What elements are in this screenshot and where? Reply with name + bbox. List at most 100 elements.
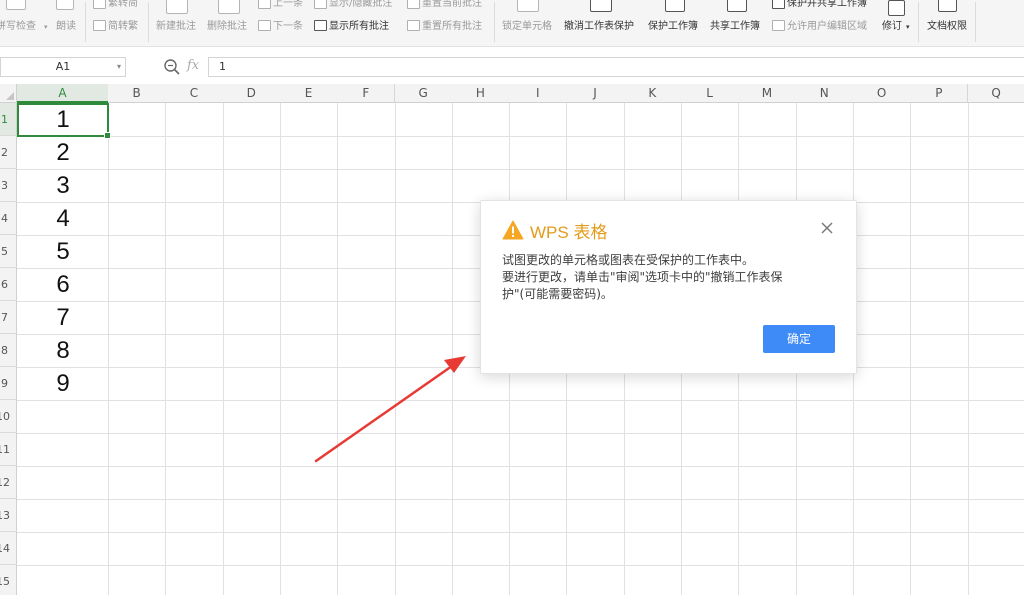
row-header[interactable]: 14 (0, 532, 17, 565)
ribbon-separator (494, 2, 495, 42)
grid-column-line (108, 103, 109, 595)
column-header[interactable]: G (394, 84, 453, 103)
trad-to-simp-button[interactable]: 繁转简 (108, 0, 138, 10)
row-header[interactable]: 12 (0, 466, 17, 499)
ok-button[interactable]: 确定 (763, 325, 835, 353)
track-changes-icon (888, 0, 905, 16)
column-header[interactable]: M (738, 84, 797, 103)
prev-comment-button[interactable]: 上一条 (273, 0, 303, 10)
formula-input[interactable]: 1 (208, 57, 1024, 77)
reset-all-comments-button[interactable]: 重置所有批注 (422, 21, 482, 33)
column-header[interactable]: J (566, 84, 625, 103)
column-header[interactable]: E (279, 84, 339, 103)
column-header[interactable]: I (509, 84, 568, 103)
close-icon[interactable] (819, 220, 835, 236)
zoom-icon[interactable] (163, 58, 181, 76)
show-hide-comment-button[interactable]: 显示/隐藏批注 (329, 0, 392, 10)
name-box-dropdown-icon[interactable]: ▾ (117, 58, 121, 76)
ribbon-separator (975, 2, 976, 42)
lock-cell-button[interactable]: 锁定单元格 (502, 21, 552, 33)
next-comment-button[interactable]: 下一条 (273, 21, 303, 33)
cell-A9[interactable]: 9 (18, 367, 108, 400)
row-header[interactable]: 3 (0, 169, 17, 202)
ribbon-separator (85, 2, 86, 42)
show-hide-comment-icon (314, 0, 327, 9)
grid-row-line (17, 400, 1024, 401)
row-header[interactable]: 7 (0, 301, 17, 334)
cell-A5[interactable]: 5 (18, 235, 108, 268)
grid-column-line (910, 103, 912, 595)
column-header[interactable]: L (681, 84, 740, 103)
share-workbook-icon (727, 0, 747, 12)
protect-workbook-button[interactable]: 保护工作簿 (648, 21, 698, 33)
row-header[interactable]: 5 (0, 235, 17, 268)
prev-comment-icon (258, 0, 271, 9)
name-box[interactable]: A1 ▾ (0, 57, 126, 77)
row-header[interactable]: 13 (0, 499, 17, 532)
spell-check-button[interactable]: 拼写检查 (0, 21, 36, 33)
track-changes-dropdown-icon[interactable]: ▾ (906, 21, 910, 33)
row-header[interactable]: 2 (0, 136, 17, 169)
cell-A8[interactable]: 8 (18, 334, 108, 367)
allow-edit-ranges-icon (772, 20, 785, 31)
row-header[interactable]: 8 (0, 334, 17, 367)
reset-current-comment-icon (407, 0, 420, 9)
cell-A7[interactable]: 7 (18, 301, 108, 334)
grid-column-line (394, 103, 396, 595)
formula-bar: A1 ▾ fx 1 (0, 54, 1024, 80)
lock-cell-icon (517, 0, 539, 12)
cell-A4[interactable]: 4 (18, 202, 108, 235)
cell-A6[interactable]: 6 (18, 268, 108, 301)
protect-share-workbook-button[interactable]: 保护并共享工作簿 (787, 0, 867, 10)
read-aloud-button[interactable]: 朗读 (56, 21, 76, 33)
grid-row-line (17, 499, 1024, 500)
share-workbook-button[interactable]: 共享工作簿 (710, 21, 760, 33)
grid-column-line (279, 103, 281, 595)
doc-permissions-button[interactable]: 文档权限 (927, 21, 967, 33)
row-header[interactable]: 1 (0, 103, 17, 136)
row-header[interactable]: 9 (0, 367, 17, 400)
column-header[interactable]: P (910, 84, 969, 103)
select-all-corner[interactable] (0, 84, 17, 103)
column-header[interactable]: A (17, 84, 109, 103)
ribbon-separator (148, 2, 149, 42)
delete-comment-icon (218, 0, 240, 14)
column-header[interactable]: N (795, 84, 854, 103)
row-header[interactable]: 6 (0, 268, 17, 301)
grid-row-line (17, 532, 1024, 533)
show-all-comments-button[interactable]: 显示所有批注 (329, 21, 389, 33)
spell-check-dropdown-icon[interactable]: ▾ (44, 21, 48, 33)
dialog-message-line: 护"(可能需要密码)。 (502, 287, 613, 301)
simp-to-trad-button[interactable]: 简转繁 (108, 21, 138, 33)
new-comment-icon (166, 0, 188, 14)
row-header[interactable]: 10 (0, 400, 17, 433)
unprotect-sheet-button[interactable]: 撤消工作表保护 (564, 21, 634, 33)
column-header[interactable]: D (222, 84, 281, 103)
fx-icon[interactable]: fx (187, 58, 199, 73)
column-header[interactable]: Q (967, 84, 1024, 103)
column-header[interactable]: O (852, 84, 912, 103)
allow-edit-ranges-button[interactable]: 允许用户编辑区域 (787, 21, 867, 33)
cell-A3[interactable]: 3 (18, 169, 108, 202)
reset-current-comment-button[interactable]: 重置当前批注 (422, 0, 482, 10)
row-header[interactable]: 4 (0, 202, 17, 235)
new-comment-button[interactable]: 新建批注 (156, 21, 196, 33)
column-header[interactable]: B (108, 84, 167, 103)
ribbon-separator (918, 2, 919, 42)
grid-row-line (17, 169, 1024, 170)
show-all-comments-icon (314, 20, 327, 31)
track-changes-button[interactable]: 修订 (882, 21, 902, 33)
review-ribbon: 拼写检查 ▾ 朗读 繁转简 简转繁 新建批注 删除批注 上一条 下一条 显示/隐… (0, 0, 1024, 47)
grid-row-line (17, 565, 1024, 566)
column-header[interactable]: F (337, 84, 396, 103)
delete-comment-button[interactable]: 删除批注 (207, 21, 247, 33)
row-header[interactable]: 11 (0, 433, 17, 466)
column-header[interactable]: K (623, 84, 682, 103)
column-header[interactable]: H (451, 84, 511, 103)
grid-column-line (165, 103, 167, 595)
row-header[interactable]: 15 (0, 565, 17, 595)
column-header[interactable]: C (165, 84, 224, 103)
dialog-title: WPS 表格 (530, 223, 608, 242)
dialog-message-line: 试图更改的单元格或图表在受保护的工作表中。 (502, 253, 755, 267)
cell-A2[interactable]: 2 (18, 136, 108, 169)
